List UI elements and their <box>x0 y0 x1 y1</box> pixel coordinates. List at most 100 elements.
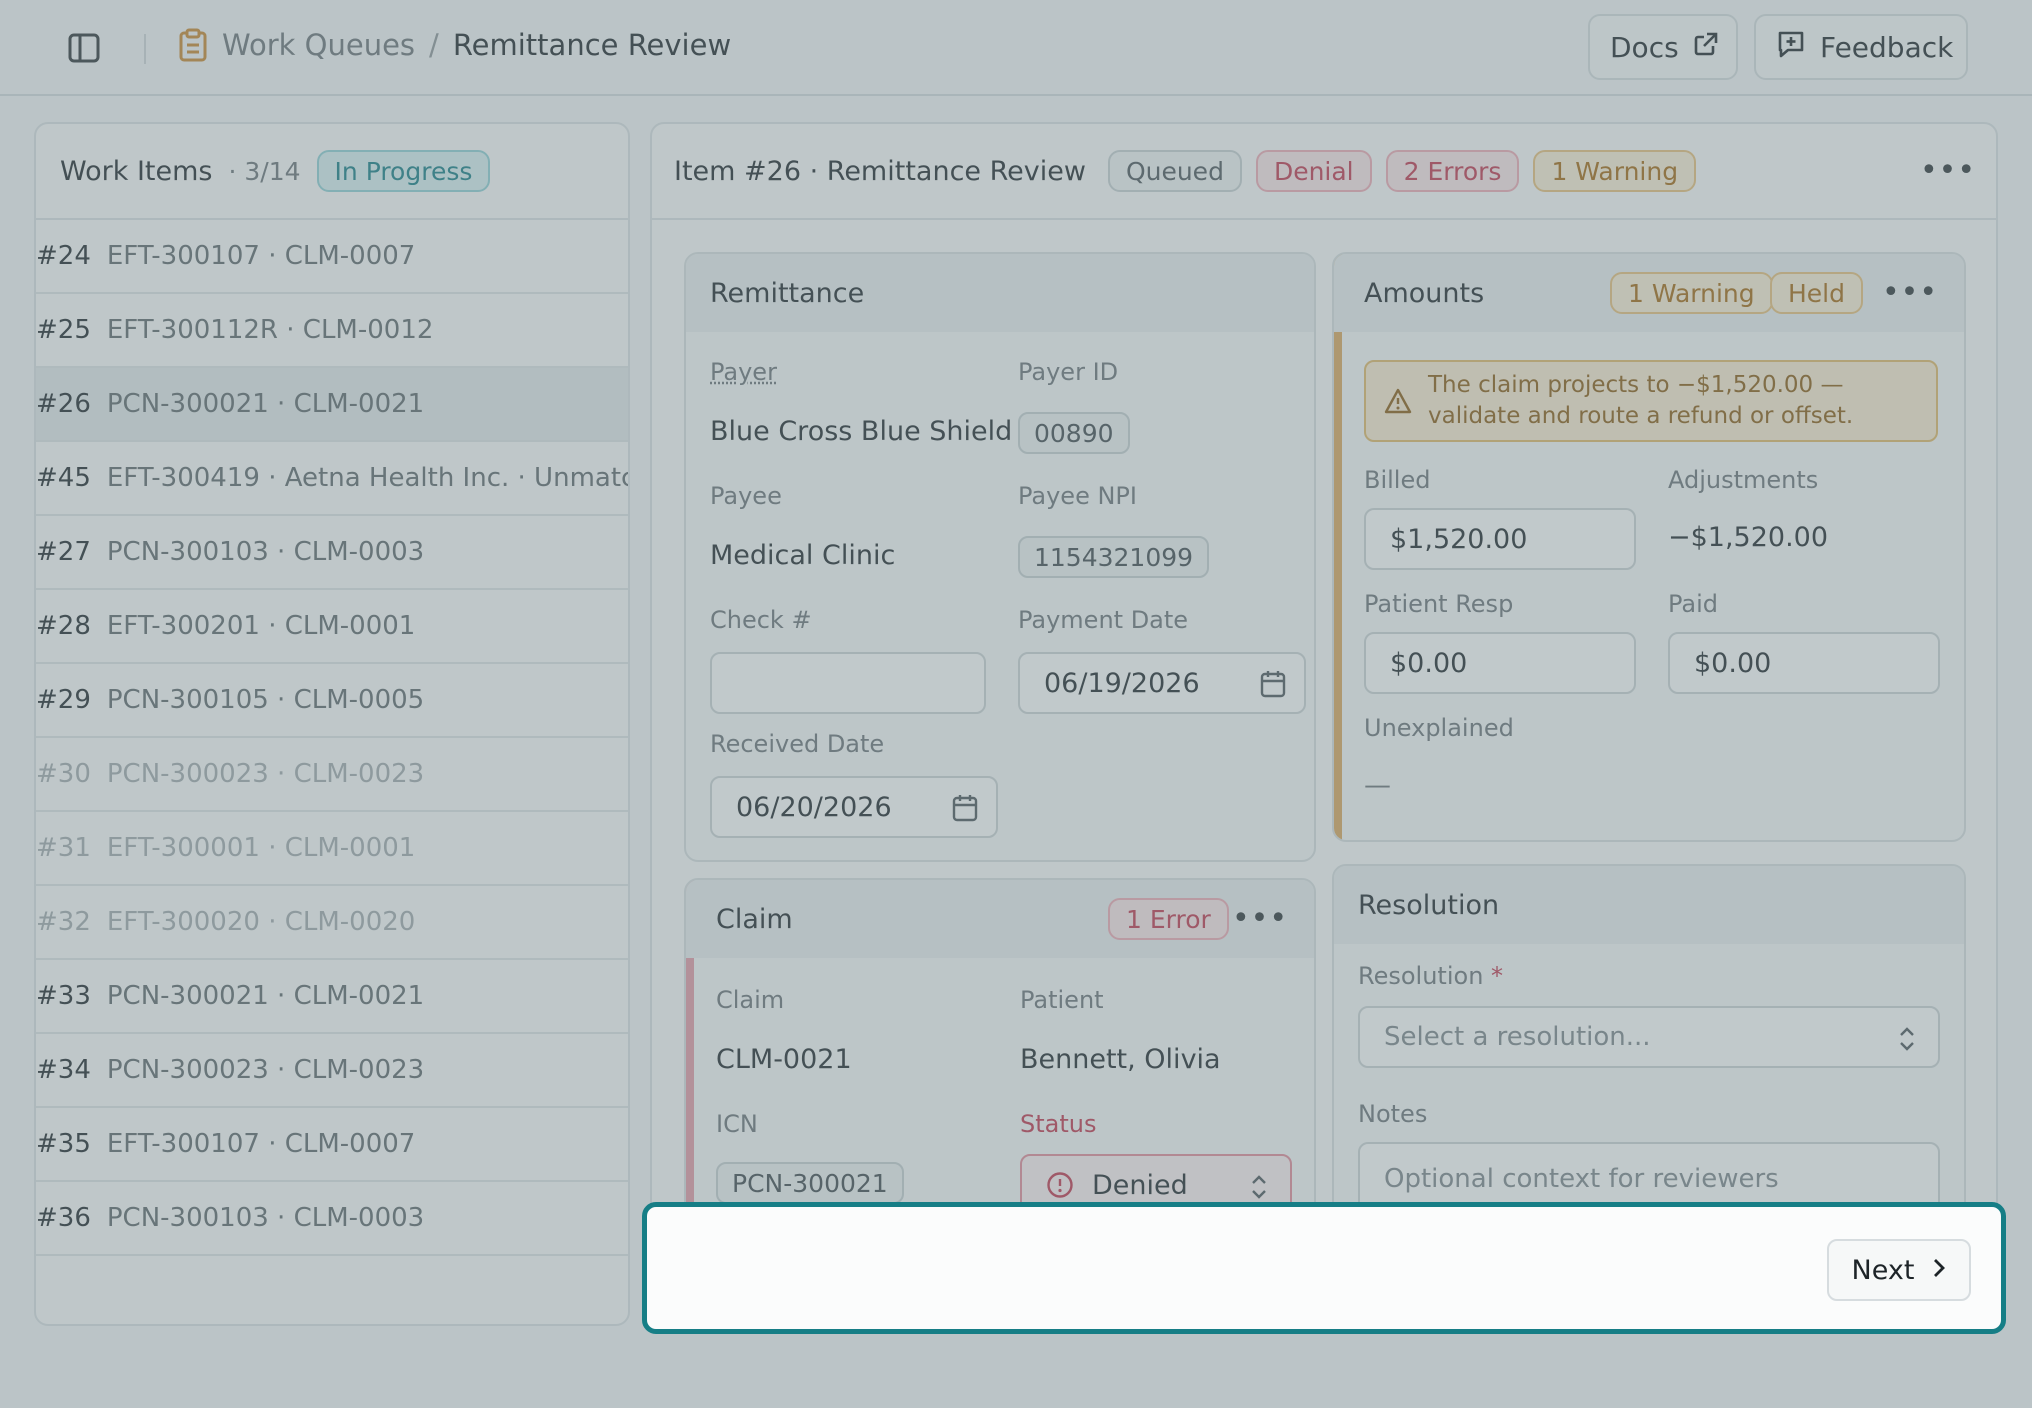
billed-input[interactable]: $1,520.00 <box>1364 508 1636 570</box>
payee-npi-chip: 1154321099 <box>1018 536 1210 578</box>
claim-card-header: Claim 1 Error ••• <box>686 880 1314 958</box>
payment-date-input[interactable]: 06/19/2026 <box>1018 652 1306 714</box>
list-item-disabled[interactable]: #31 EFT-300001 · CLM-0001 <box>36 812 628 886</box>
item-number: #24 <box>36 241 91 271</box>
resolution-title: Resolution <box>1358 889 1500 921</box>
list-item[interactable]: #28 EFT-300201 · CLM-0001 <box>36 590 628 664</box>
received-date-input[interactable]: 06/20/2026 <box>710 776 998 838</box>
calendar-icon[interactable] <box>952 794 978 822</box>
message-plus-icon <box>1776 29 1806 66</box>
check-number-input[interactable] <box>710 652 986 714</box>
item-number: #27 <box>36 537 91 567</box>
more-options-icon[interactable]: ••• <box>1920 150 1975 190</box>
payer-id-chip: 00890 <box>1018 412 1130 454</box>
list-item[interactable]: #33 PCN-300021 · CLM-0021 <box>36 960 628 1034</box>
item-number: #35 <box>36 1129 91 1159</box>
alert-circle-icon <box>1046 1171 1074 1199</box>
item-description: EFT-300112R · CLM-0012 <box>106 315 434 345</box>
chevron-right-icon <box>1932 1255 1946 1286</box>
warning-text: The claim projects to −$1,520.00 — valid… <box>1428 372 1854 429</box>
warning-callout: The claim projects to −$1,520.00 — valid… <box>1364 360 1938 442</box>
next-button[interactable]: Next <box>1827 1239 1971 1301</box>
list-item-disabled[interactable]: #32 EFT-300020 · CLM-0020 <box>36 886 628 960</box>
list-item[interactable]: #29 PCN-300105 · CLM-0005 <box>36 664 628 738</box>
feedback-label: Feedback <box>1820 30 1954 64</box>
required-mark: * <box>1491 962 1504 990</box>
patient-label: Patient <box>1020 986 1104 1014</box>
list-item-selected[interactable]: #26 PCN-300021 · CLM-0021 <box>36 368 628 442</box>
top-header: Work Queues / Remittance Review Docs Fee… <box>0 0 2032 96</box>
unexplained-value: — <box>1364 770 1391 801</box>
item-description: PCN-300103 · CLM-0003 <box>106 1203 425 1233</box>
calendar-icon[interactable] <box>1260 670 1286 698</box>
item-description: EFT-300020 · CLM-0020 <box>106 907 416 937</box>
header-divider <box>144 34 146 64</box>
list-item-disabled[interactable]: #30 PCN-300023 · CLM-0023 <box>36 738 628 812</box>
work-items-panel: Work Items · 3/14 In Progress #24 EFT-300… <box>34 122 630 1326</box>
list-item[interactable]: #24 EFT-300107 · CLM-0007 <box>36 220 628 294</box>
item-description: EFT-300419 · Aetna Health Inc. · Unmatch… <box>106 463 630 493</box>
warning-accent-bar <box>1334 254 1342 840</box>
item-description: PCN-300105 · CLM-0005 <box>106 685 425 715</box>
received-date-label: Received Date <box>710 730 885 758</box>
received-date-value: 06/20/2026 <box>736 791 892 823</box>
list-item[interactable]: #35 EFT-300107 · CLM-0007 <box>36 1108 628 1182</box>
notes-placeholder: Optional context for reviewers <box>1384 1164 1779 1194</box>
status-badge: In Progress <box>316 150 491 192</box>
resolution-label-text: Resolution <box>1358 962 1484 990</box>
payer-id-label: Payer ID <box>1018 358 1119 386</box>
item-description: PCN-300023 · CLM-0023 <box>106 1055 425 1085</box>
amounts-title: Amounts <box>1364 277 1485 309</box>
payment-date-value: 06/19/2026 <box>1044 667 1200 699</box>
billed-label: Billed <box>1364 466 1431 494</box>
item-number: #36 <box>36 1203 91 1233</box>
work-items-list: #24 EFT-300107 · CLM-0007 #25 EFT-300112R … <box>36 220 628 1256</box>
adjustments-label: Adjustments <box>1668 466 1819 494</box>
list-item[interactable]: #27 PCN-300103 · CLM-0003 <box>36 516 628 590</box>
item-number: #28 <box>36 611 91 641</box>
item-header: Item #26 · Remittance Review Queued Deni… <box>652 124 1996 220</box>
next-label: Next <box>1851 1254 1915 1286</box>
list-item[interactable]: #36 PCN-300103 · CLM-0003 <box>36 1182 628 1256</box>
feedback-button[interactable]: Feedback <box>1754 14 1968 80</box>
payer-label: Payer <box>710 358 777 386</box>
item-number: #30 <box>36 759 91 789</box>
breadcrumb-parent[interactable]: Work Queues <box>222 28 415 62</box>
paid-label: Paid <box>1668 590 1719 618</box>
list-item[interactable]: #25 EFT-300112R · CLM-0012 <box>36 294 628 368</box>
notes-label: Notes <box>1358 1100 1428 1128</box>
claim-label: Claim <box>716 986 785 1014</box>
resolution-placeholder: Select a resolution... <box>1384 1022 1651 1052</box>
list-item[interactable]: #45 EFT-300419 · Aetna Health Inc. · Unma… <box>36 442 628 516</box>
warning-triangle-icon <box>1384 388 1412 414</box>
icn-chip: PCN-300021 <box>716 1162 904 1204</box>
item-description: PCN-300021 · CLM-0021 <box>106 981 425 1011</box>
action-footer: Next <box>642 1202 2006 1334</box>
remittance-card: Remittance Payer Payer ID Blue Cross Blu… <box>684 252 1316 862</box>
item-description: PCN-300023 · CLM-0023 <box>106 759 425 789</box>
paid-input[interactable]: $0.00 <box>1668 632 1940 694</box>
docs-label: Docs <box>1610 30 1679 64</box>
unexplained-label: Unexplained <box>1364 714 1514 742</box>
payer-value: Blue Cross Blue Shield <box>710 416 1013 447</box>
docs-button[interactable]: Docs <box>1588 14 1738 80</box>
item-number: #31 <box>36 833 91 863</box>
amounts-card: Amounts 1 Warning Held ••• The claim pro… <box>1332 252 1966 842</box>
item-number: #32 <box>36 907 91 937</box>
work-items-title: Work Items <box>60 155 213 187</box>
claim-error-badge: 1 Error <box>1108 898 1229 940</box>
item-description: PCN-300103 · CLM-0003 <box>106 537 425 567</box>
work-items-count: · 3/14 <box>228 156 301 186</box>
item-detail-panel: Item #26 · Remittance Review Queued Deni… <box>650 122 1998 1326</box>
list-item[interactable]: #34 PCN-300023 · CLM-0023 <box>36 1034 628 1108</box>
patient-resp-input[interactable]: $0.00 <box>1364 632 1636 694</box>
resolution-select[interactable]: Select a resolution... <box>1358 1006 1940 1068</box>
payee-value: Medical Clinic <box>710 540 896 571</box>
resolution-card-header: Resolution <box>1334 866 1964 944</box>
item-number: #34 <box>36 1055 91 1085</box>
sidebar-toggle-icon[interactable] <box>66 30 102 66</box>
held-badge: Held <box>1770 272 1863 314</box>
more-options-icon[interactable]: ••• <box>1882 272 1937 312</box>
more-options-icon[interactable]: ••• <box>1232 898 1287 938</box>
denial-badge: Denial <box>1255 150 1372 192</box>
